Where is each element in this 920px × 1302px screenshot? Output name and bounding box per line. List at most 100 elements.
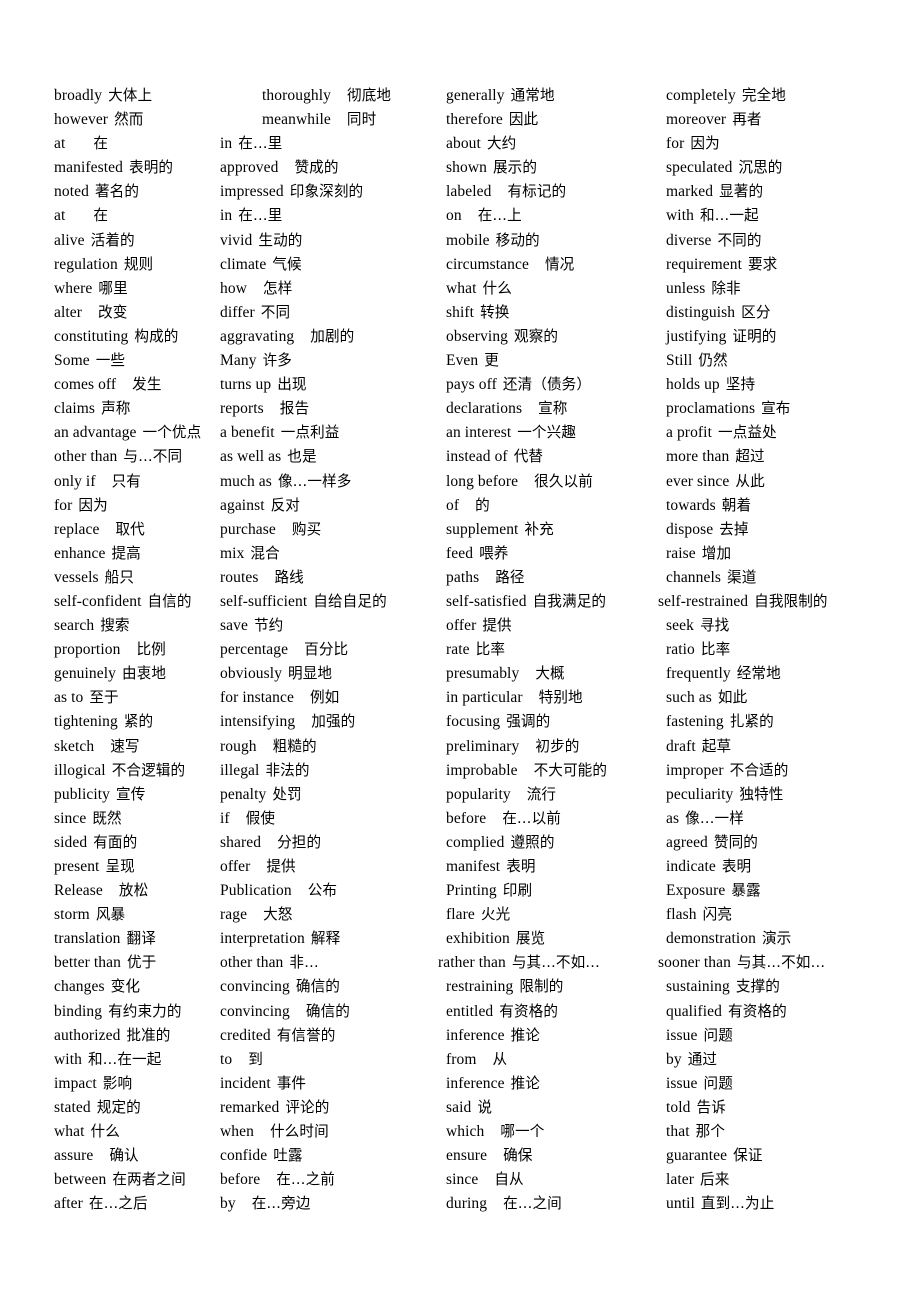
english-term: speculated <box>666 159 733 177</box>
english-term: restraining <box>446 978 514 996</box>
vocabulary-row: Some 一些 Many 许多 Even 更 Still 仍然 <box>0 349 920 373</box>
vocabulary-cell: for instance 例如 <box>210 686 438 710</box>
chinese-gloss: 非… <box>289 954 319 972</box>
vocabulary-entry: self-restrained 自我限制的 <box>652 590 920 614</box>
chinese-gloss: 说 <box>477 1098 493 1116</box>
vocabulary-entry: proclamations 宣布 <box>660 397 920 421</box>
english-term: present <box>54 858 100 875</box>
chinese-gloss: 显著的 <box>719 183 764 201</box>
vocabulary-cell: a benefit 一点利益 <box>210 421 438 445</box>
vocabulary-entry: proportion 比例 <box>0 638 210 662</box>
vocabulary-entry: sketch 速写 <box>0 735 210 759</box>
chinese-gloss: 确认 <box>109 1147 139 1165</box>
vocabulary-entry: before 在…之前 <box>210 1168 438 1192</box>
english-term: feed <box>446 544 474 562</box>
english-term: that <box>666 1123 690 1141</box>
english-term: declarations <box>446 400 523 418</box>
english-term: seek <box>666 617 694 635</box>
vocabulary-cell: completely 完全地 <box>660 84 920 108</box>
vocabulary-cell: told 告诉 <box>660 1096 920 1120</box>
vocabulary-cell: an interest 一个兴趣 <box>438 421 660 445</box>
chinese-gloss: 混合 <box>250 544 280 562</box>
chinese-gloss: 在两者之间 <box>112 1171 186 1189</box>
english-term: Publication <box>220 882 292 900</box>
vocabulary-cell: between 在两者之间 <box>0 1168 210 1192</box>
chinese-gloss: 移动的 <box>495 231 540 249</box>
vocabulary-entry: ratio 比率 <box>660 638 920 662</box>
chinese-gloss: 保证 <box>733 1147 763 1165</box>
english-term: such as <box>666 689 712 707</box>
english-term: vessels <box>54 568 99 586</box>
vocabulary-cell: holds up 坚持 <box>660 373 920 397</box>
english-term: stated <box>54 1098 91 1116</box>
english-term: marked <box>666 183 714 201</box>
vocabulary-entry: manifested 表明的 <box>0 156 210 180</box>
chinese-gloss: 确保 <box>503 1147 533 1165</box>
vocabulary-entry: translation 翻译 <box>0 927 210 951</box>
vocabulary-cell: comes off 发生 <box>0 373 210 397</box>
vocabulary-entry: Even 更 <box>438 349 660 373</box>
vocabulary-cell: until 直到…为止 <box>660 1192 920 1216</box>
vocabulary-entry: of 的 <box>438 494 660 518</box>
vocabulary-entry: however 然而 <box>0 108 210 132</box>
english-term: rough <box>220 737 257 755</box>
english-term: since <box>446 1171 479 1189</box>
english-term: paths <box>446 568 480 586</box>
english-term: generally <box>446 87 505 104</box>
vocabulary-entry: binding 有约束力的 <box>0 1000 210 1024</box>
english-term: manifested <box>54 159 124 177</box>
vocabulary-entry: manifest 表明 <box>438 855 660 879</box>
vocabulary-entry: focusing 强调的 <box>438 710 660 734</box>
chinese-gloss: 比率 <box>700 641 731 659</box>
vocabulary-entry: comes off 发生 <box>0 373 210 397</box>
chinese-gloss: 取代 <box>115 520 145 538</box>
chinese-gloss: 出现 <box>277 376 307 394</box>
chinese-gloss: 什么 <box>90 1123 120 1141</box>
vocabulary-cell: by 在…旁边 <box>210 1192 438 1216</box>
vocabulary-entry: Printing 印刷 <box>438 879 660 903</box>
english-term: self-sufficient <box>220 592 308 610</box>
vocabulary-cell: sketch 速写 <box>0 735 210 759</box>
vocabulary-cell: manifested 表明的 <box>0 156 210 180</box>
vocabulary-cell: improbable 不大可能的 <box>438 759 660 783</box>
vocabulary-row: proportion 比例 percentage 百分比 rate 比率 ratio 比率 <box>0 638 920 662</box>
vocabulary-entry: vessels 船只 <box>0 566 210 590</box>
english-term: Release <box>54 882 103 900</box>
chinese-gloss: 像…一样多 <box>277 472 352 490</box>
english-term: assure <box>54 1147 94 1165</box>
vocabulary-entry: in particular 特别地 <box>438 686 660 710</box>
vocabulary-entry: more than 超过 <box>660 445 920 469</box>
vocabulary-entry: when 什么时间 <box>210 1120 438 1144</box>
english-term: other than <box>220 954 284 972</box>
chinese-gloss: 告诉 <box>696 1098 726 1116</box>
english-term: improbable <box>446 761 518 779</box>
english-term: in particular <box>446 689 523 707</box>
chinese-gloss: 通过 <box>687 1050 718 1068</box>
english-term: to <box>220 1050 233 1068</box>
vocabulary-cell: Printing 印刷 <box>438 879 660 903</box>
english-term: as well as <box>220 448 282 466</box>
chinese-gloss: 仍然 <box>698 352 728 370</box>
english-term: improper <box>666 761 724 779</box>
vocabulary-entry: after 在…之后 <box>0 1192 210 1216</box>
vocabulary-entry: changes 变化 <box>0 975 210 999</box>
vocabulary-row: self-confident 自信的 self-sufficient 自给自足的 sel… <box>0 590 920 614</box>
vocabulary-cell: exhibition 展览 <box>438 927 660 951</box>
english-term: instead of <box>446 448 508 466</box>
vocabulary-cell: seek 寻找 <box>660 614 920 638</box>
english-term: confide <box>220 1147 268 1165</box>
english-term: proclamations <box>666 400 756 418</box>
chinese-gloss: 不合逻辑的 <box>111 761 186 779</box>
chinese-gloss: 还清（债务） <box>502 376 592 394</box>
english-term: Many <box>220 352 257 370</box>
vocabulary-cell: peculiarity 独特性 <box>660 783 920 807</box>
vocabulary-cell: rather than 与其…不如… <box>438 951 660 975</box>
english-term: sustaining <box>666 978 730 996</box>
chinese-gloss: 加剧的 <box>310 327 355 345</box>
vocabulary-entry: rather than 与其…不如… <box>430 951 660 975</box>
vocabulary-cell: such as 如此 <box>660 686 920 710</box>
chinese-gloss: 风暴 <box>95 906 126 924</box>
chinese-gloss: 扎紧的 <box>729 713 774 731</box>
english-term: approved <box>220 159 279 177</box>
vocabulary-entry: declarations 宣称 <box>438 397 660 421</box>
